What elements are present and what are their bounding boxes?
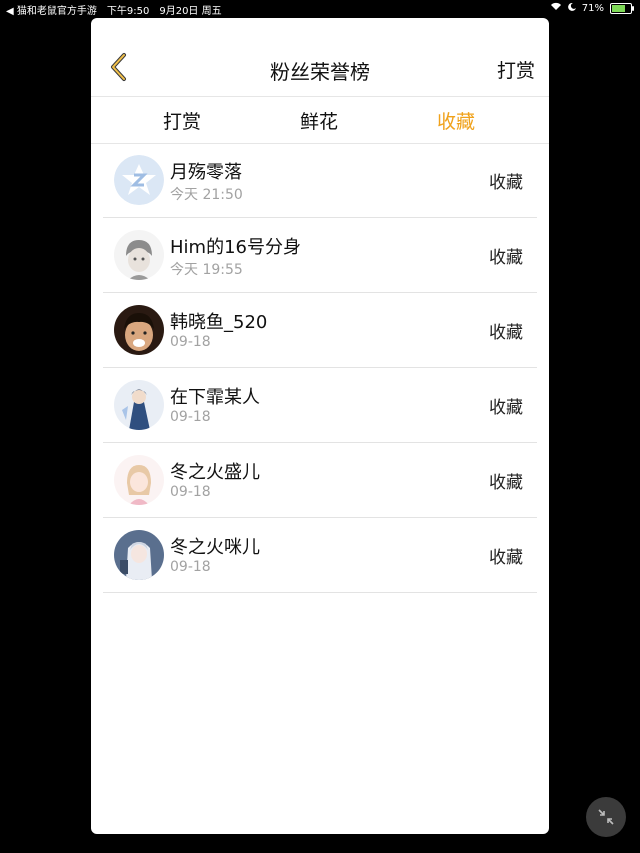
list-item[interactable]: 在下霏某人 09-18 收藏 bbox=[103, 368, 537, 443]
list-item[interactable]: Him的16号分身 今天 19:55 收藏 bbox=[103, 218, 537, 293]
favorite-label: 收藏 bbox=[489, 398, 523, 418]
avatar bbox=[114, 530, 164, 580]
status-date: 9月20日 周五 bbox=[159, 6, 222, 17]
user-name: 冬之火盛儿 bbox=[170, 462, 260, 483]
back-to-app-link[interactable]: ◀ 猫和老鼠官方手游 bbox=[6, 2, 97, 17]
fan-honor-panel: 粉丝荣誉榜 打赏 打赏 鲜花 收藏 月殇零落 今天 21:50 收藏 Him的1… bbox=[91, 18, 549, 834]
timestamp: 09-18 bbox=[170, 559, 211, 575]
tab-bar: 打赏 鲜花 收藏 bbox=[91, 97, 549, 144]
list-item[interactable]: 冬之火盛儿 09-18 收藏 bbox=[103, 443, 537, 518]
avatar bbox=[114, 455, 164, 505]
battery-icon bbox=[610, 2, 634, 14]
list-item[interactable]: 冬之火咪儿 09-18 收藏 bbox=[103, 518, 537, 593]
timestamp: 今天 19:55 bbox=[170, 262, 243, 278]
tab-tip[interactable]: 打赏 bbox=[163, 107, 201, 134]
avatar bbox=[114, 230, 164, 280]
page-title: 粉丝荣誉榜 bbox=[270, 60, 370, 84]
moon-icon bbox=[567, 2, 576, 14]
favorite-label: 收藏 bbox=[489, 323, 523, 343]
timestamp: 09-18 bbox=[170, 334, 211, 350]
avatar bbox=[114, 155, 164, 205]
tab-flowers[interactable]: 鲜花 bbox=[300, 107, 338, 134]
status-bar: ◀ 猫和老鼠官方手游 下午9:50 9月20日 周五 71% bbox=[0, 0, 640, 17]
favorite-label: 收藏 bbox=[489, 473, 523, 493]
tip-button[interactable]: 打赏 bbox=[497, 56, 535, 83]
favorite-label: 收藏 bbox=[489, 248, 523, 268]
tab-favorite[interactable]: 收藏 bbox=[437, 107, 475, 134]
collapse-arrows-icon bbox=[598, 809, 614, 825]
avatar bbox=[114, 305, 164, 355]
wifi-icon bbox=[550, 2, 562, 14]
battery-percent: 71% bbox=[581, 2, 604, 14]
user-name: Him的16号分身 bbox=[170, 237, 301, 258]
timestamp: 09-18 bbox=[170, 409, 211, 425]
avatar bbox=[114, 380, 164, 430]
favorite-label: 收藏 bbox=[489, 173, 523, 193]
collapse-button[interactable] bbox=[586, 797, 626, 837]
fan-list: 月殇零落 今天 21:50 收藏 Him的16号分身 今天 19:55 收藏 韩… bbox=[103, 143, 537, 593]
status-time: 下午9:50 bbox=[106, 6, 150, 17]
user-name: 在下霏某人 bbox=[170, 387, 260, 408]
user-name: 韩晓鱼_520 bbox=[170, 312, 268, 333]
list-item[interactable]: 月殇零落 今天 21:50 收藏 bbox=[103, 143, 537, 218]
timestamp: 今天 21:50 bbox=[170, 187, 243, 203]
panel-header: 粉丝荣誉榜 打赏 bbox=[91, 18, 549, 97]
user-name: 冬之火咪儿 bbox=[170, 537, 260, 558]
user-name: 月殇零落 bbox=[170, 162, 242, 183]
timestamp: 09-18 bbox=[170, 484, 211, 500]
list-item[interactable]: 韩晓鱼_520 09-18 收藏 bbox=[103, 293, 537, 368]
favorite-label: 收藏 bbox=[489, 548, 523, 568]
